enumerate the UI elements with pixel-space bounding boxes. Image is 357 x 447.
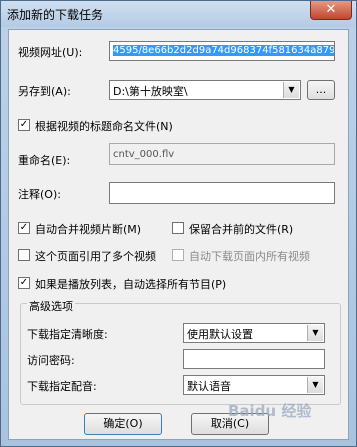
title-bar[interactable]: 添加新的下载任务 ✕ [1,1,356,27]
keep-before-merge-checkbox[interactable] [172,222,184,234]
baidu-watermark: Baidu 经验 [228,402,312,420]
rename-label: 重命名(E): [18,154,71,167]
window-title: 添加新的下载任务 [7,8,104,22]
keep-before-merge-label: 保留合并前的文件(R) [189,223,294,236]
dialog-body: 视频网址(U): 4595/8e66b2d2d9a74d968374f58163… [8,29,349,440]
url-input[interactable]: 4595/8e66b2d2d9a74d968374f581634a879a [109,41,335,61]
merge-fragments-checkbox[interactable]: ✓ [18,222,30,234]
merge-fragments-label: 自动合并视频片断(M) [35,223,142,236]
multiple-videos-checkbox[interactable] [18,249,30,261]
close-button[interactable]: ✕ [310,1,352,20]
note-input[interactable] [109,182,335,204]
download-task-dialog: 添加新的下载任务 ✕ 视频网址(U): 4595/8e66b2d2d9a74d9… [0,0,357,447]
chevron-down-icon[interactable]: ▼ [307,377,323,393]
save-to-value: D:\第十放映室\ [113,85,188,98]
download-all-checkbox[interactable] [172,249,184,261]
chevron-down-icon[interactable]: ▼ [283,82,299,98]
save-to-label: 另存到(A): [18,85,71,98]
browse-button[interactable]: ... [307,80,335,100]
chevron-down-icon[interactable]: ▼ [307,325,323,341]
password-label: 访问密码: [27,354,75,367]
resolution-label: 下载指定清晰度: [27,328,108,341]
download-all-label: 自动下载页面内所有视频 [189,250,310,263]
resolution-combo[interactable]: 使用默认设置 ▼ [183,323,325,343]
name-by-title-checkbox[interactable]: ✓ [18,119,30,131]
name-by-title-label: 根据视频的标题命名文件(N) [35,120,173,133]
playlist-checkbox[interactable]: ✓ [18,277,30,289]
password-input[interactable] [183,349,325,369]
advanced-options-title: 高级选项 [27,298,75,314]
audio-value: 默认语音 [187,380,231,393]
note-label: 注释(O): [18,188,61,201]
url-label: 视频网址(U): [18,46,83,59]
url-value: 4595/8e66b2d2d9a74d968374f581634a879a [113,45,334,56]
audio-label: 下载指定配音: [27,380,97,393]
ok-button[interactable]: 确定(O) [84,413,162,435]
playlist-label: 如果是播放列表，自动选择所有节目(P) [35,278,227,291]
audio-combo[interactable]: 默认语音 ▼ [183,375,325,395]
resolution-value: 使用默认设置 [187,328,253,341]
save-to-combo[interactable]: D:\第十放映室\ ▼ [109,80,301,100]
rename-input[interactable]: cntv_000.flv [109,143,335,165]
multiple-videos-label: 这个页面引用了多个视频 [35,250,156,263]
